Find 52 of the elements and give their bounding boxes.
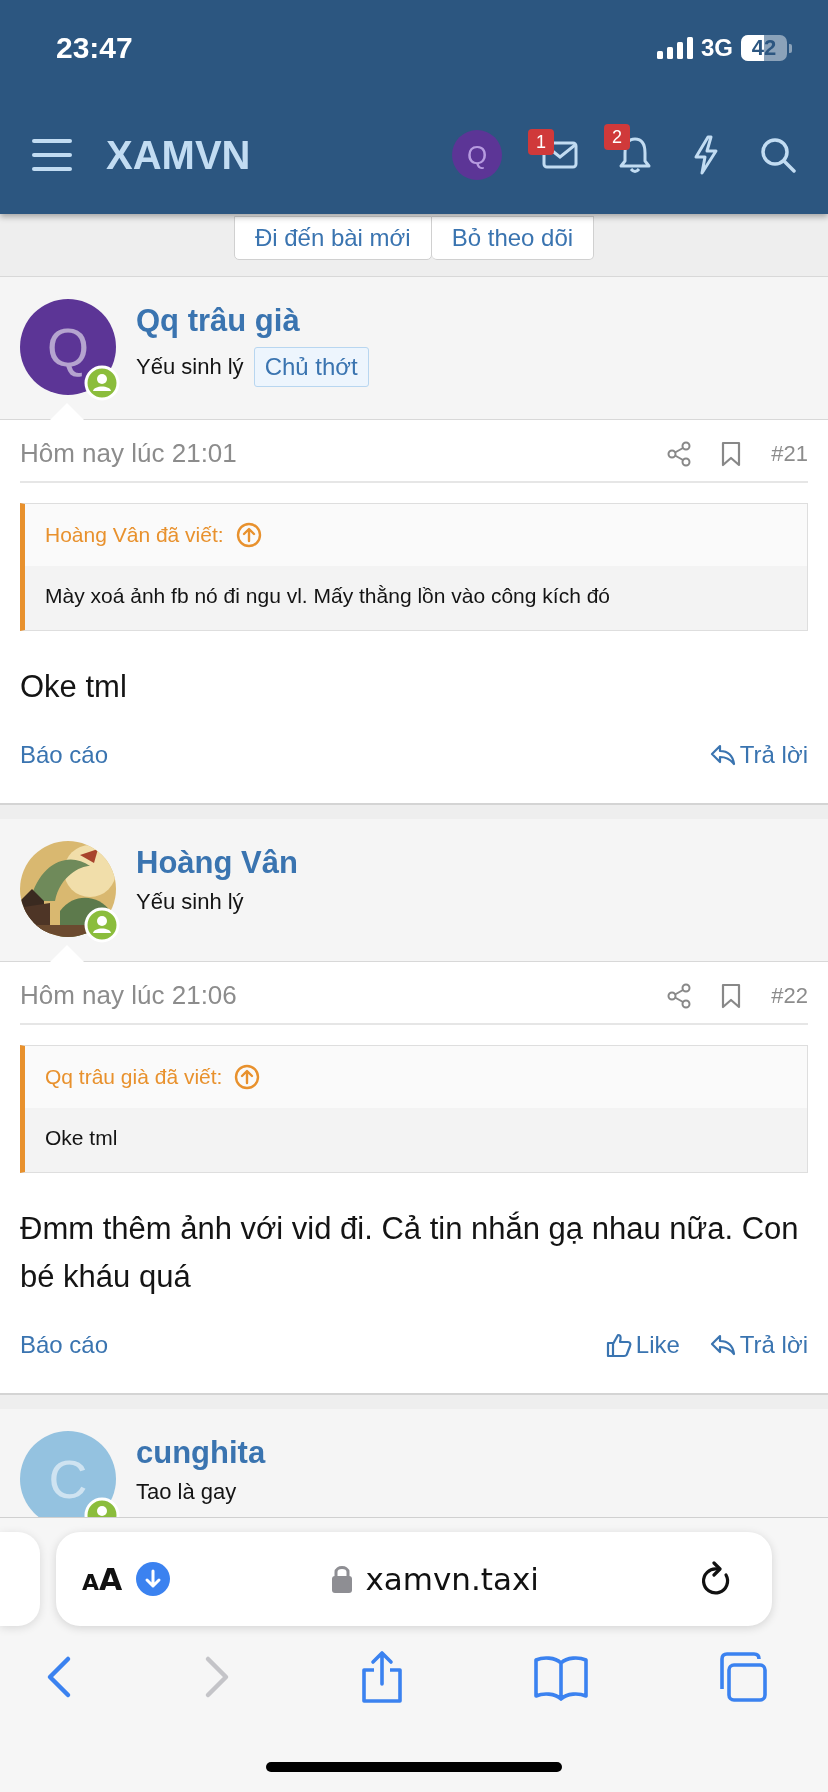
account-avatar[interactable]: Q — [452, 130, 502, 180]
signal-icon — [657, 37, 693, 59]
status-time: 23:47 — [56, 31, 133, 65]
post-message: Đmm thêm ảnh với vid đi. Cả tin nhắn gạ nhau nữa. Con bé kháu quá — [20, 1210, 800, 1297]
address-bar[interactable]: AA xamvn.taxi — [56, 1532, 772, 1626]
site-logo[interactable]: XAMVN — [106, 132, 251, 178]
post-date[interactable]: Hôm nay lúc 21:06 — [20, 980, 237, 1012]
text-size-button[interactable]: AA — [82, 1561, 123, 1597]
thread-button[interactable]: Đi đến bài mới — [233, 216, 432, 260]
share-icon[interactable] — [667, 440, 692, 467]
download-icon[interactable] — [136, 1562, 171, 1596]
reply-link[interactable]: Trả lời — [709, 1331, 808, 1360]
report-link[interactable]: Báo cáo — [20, 741, 109, 770]
user-icon — [84, 907, 120, 944]
quote-text: Mày xoá ảnh fb nó đi ngu vl. Mấy thằng lồn vào công kích đó — [25, 566, 807, 630]
user-title: Yếu sinh lý — [136, 354, 244, 380]
reply-icon — [709, 1333, 736, 1358]
post-number[interactable]: #22 — [771, 982, 808, 1009]
count-badge: 1 — [528, 129, 554, 155]
lock-icon — [331, 1564, 354, 1594]
count-badge: 2 — [604, 124, 630, 150]
post-number[interactable]: #21 — [771, 440, 808, 467]
network-label: 3G — [701, 34, 733, 62]
quote-attribution[interactable]: Hoàng Vân đã viết: — [45, 523, 224, 547]
user-title: Yếu sinh lý — [136, 889, 244, 916]
arrow-up-circle-icon[interactable] — [235, 522, 262, 548]
reply-link[interactable]: Trả lời — [709, 741, 808, 770]
author-name[interactable]: Hoàng Vân — [136, 845, 298, 882]
post-message: Oke tml — [20, 668, 128, 706]
thumbs-up-icon — [605, 1332, 632, 1359]
starter-badge: Chủ thớt — [253, 347, 369, 387]
reply-icon — [709, 743, 736, 768]
thread-button[interactable]: Bỏ theo dõi — [431, 216, 595, 260]
bookmark-icon[interactable] — [721, 440, 742, 467]
bookmark-icon[interactable] — [721, 982, 742, 1009]
search-icon[interactable] — [760, 137, 796, 173]
avatar[interactable]: Q — [20, 299, 116, 395]
quote-text: Oke tml — [25, 1108, 807, 1173]
menu-icon[interactable] — [32, 138, 72, 172]
share-icon[interactable] — [667, 982, 692, 1009]
like-link[interactable]: Like — [605, 1331, 680, 1360]
post-date[interactable]: Hôm nay lúc 21:01 — [20, 438, 237, 469]
user-title: Tao là gay — [136, 1479, 237, 1506]
share-icon[interactable] — [359, 1650, 405, 1704]
arrow-up-circle-icon[interactable] — [234, 1064, 261, 1091]
url-text[interactable]: xamvn.taxi — [365, 1561, 539, 1597]
author-name[interactable]: cunghita — [136, 1435, 266, 1472]
report-link[interactable]: Báo cáo — [20, 1331, 109, 1360]
lightning-icon[interactable] — [692, 135, 720, 175]
author-name[interactable]: Qq trâu già — [136, 303, 369, 339]
book-icon[interactable] — [532, 1653, 589, 1701]
quote-attribution[interactable]: Qq trâu già đã viết: — [45, 1065, 223, 1090]
